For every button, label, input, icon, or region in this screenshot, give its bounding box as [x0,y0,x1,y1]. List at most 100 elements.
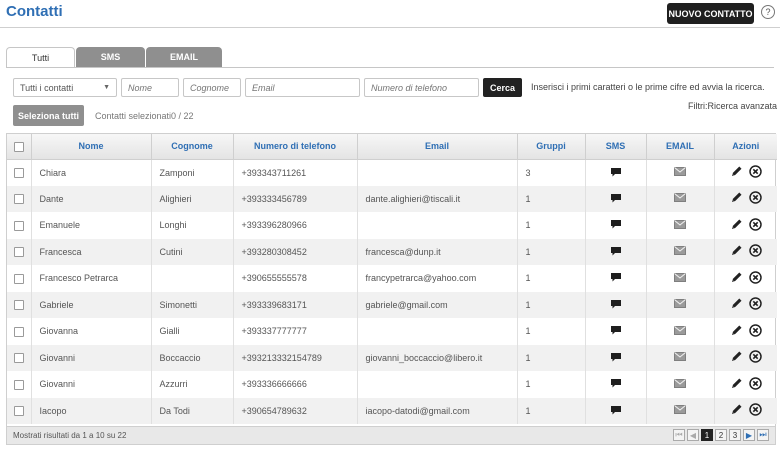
sms-icon[interactable] [610,378,622,390]
select-all-checkbox[interactable] [13,141,24,152]
tab-sms[interactable]: SMS [76,47,145,67]
next-page-icon[interactable]: ▶ [743,429,755,441]
row-checkbox-cell[interactable] [7,185,32,212]
delete-icon[interactable] [749,297,762,312]
row-checkbox[interactable] [13,326,24,337]
cell-cognome: Da Todi [151,397,234,424]
row-checkbox-cell[interactable] [7,212,32,239]
delete-icon[interactable] [749,403,762,418]
edit-icon[interactable] [730,297,743,312]
edit-icon[interactable] [730,165,743,180]
column-header-nome[interactable]: Nome [31,134,152,160]
row-checkbox-cell[interactable] [7,159,32,186]
table-row[interactable]: Giovanni Boccaccio +393213332154789 giovann… [7,344,777,371]
row-checkbox[interactable] [13,247,24,258]
surname-input[interactable] [183,78,241,97]
page-3[interactable]: 3 [729,429,741,441]
table-row[interactable]: Francesca Cutini +393280308452 francesca@du… [7,238,777,265]
delete-icon[interactable] [749,191,762,206]
search-button[interactable]: Cerca [483,78,522,97]
table-row[interactable]: Emanuele Longhi +393396280966 1 [7,212,777,239]
row-checkbox-cell[interactable] [7,238,32,265]
table-row[interactable]: Giovanna Gialli +393337777777 1 [7,318,777,345]
envelope-icon[interactable] [674,193,686,204]
advanced-search-link[interactable]: Filtri:Ricerca avanzata [688,101,777,111]
sms-icon[interactable] [610,405,622,417]
sms-icon[interactable] [610,299,622,311]
row-checkbox-cell[interactable] [7,291,32,318]
delete-icon[interactable] [749,244,762,259]
new-contact-button[interactable]: NUOVO CONTATTO [667,3,754,24]
delete-icon[interactable] [749,377,762,392]
row-checkbox-cell[interactable] [7,397,32,424]
row-checkbox[interactable] [13,406,24,417]
table-row[interactable]: Francesco Petrarca +390655555578 francypet… [7,265,777,292]
column-header-email[interactable]: Email [357,134,518,160]
row-checkbox-cell[interactable] [7,371,32,398]
cell-telefono: +393343711261 [233,159,358,186]
sms-icon[interactable] [610,325,622,337]
column-header-gruppi[interactable]: Gruppi [517,134,586,160]
group-select[interactable]: Tutti i contatti ▼ [13,78,117,97]
edit-icon[interactable] [730,271,743,286]
envelope-icon[interactable] [674,299,686,310]
prev-page-icon[interactable]: ◀ [687,429,699,441]
row-checkbox[interactable] [13,194,24,205]
edit-icon[interactable] [730,191,743,206]
edit-icon[interactable] [730,350,743,365]
envelope-icon[interactable] [674,167,686,178]
envelope-icon[interactable] [674,272,686,284]
edit-icon[interactable] [730,244,743,259]
delete-icon[interactable] [749,324,762,339]
table-row[interactable]: Gabriele Simonetti +393339683171 gabriele@g… [7,291,777,318]
table-row[interactable]: Iacopo Da Todi +390654789632 iacopo-datodi@… [7,397,777,424]
envelope-icon[interactable] [674,405,686,416]
column-header-telefono[interactable]: Numero di telefono [233,134,358,160]
name-input[interactable] [121,78,179,97]
row-checkbox-cell[interactable] [7,265,32,292]
table-row[interactable]: Chiara Zamponi +393343711261 3 [7,159,777,186]
sms-icon[interactable] [610,272,622,284]
row-checkbox[interactable] [13,167,24,178]
edit-icon[interactable] [730,324,743,339]
envelope-icon[interactable] [674,378,686,390]
envelope-icon[interactable] [674,246,686,257]
email-input[interactable] [245,78,360,97]
envelope-icon[interactable] [674,352,686,363]
delete-icon[interactable] [749,165,762,180]
delete-icon[interactable] [749,271,762,286]
sms-icon[interactable] [610,193,622,205]
envelope-icon[interactable] [674,219,686,231]
page-2[interactable]: 2 [715,429,727,441]
row-checkbox[interactable] [13,273,24,284]
header-checkbox-cell[interactable] [7,134,32,160]
edit-icon[interactable] [730,218,743,233]
sms-icon[interactable] [610,219,622,231]
column-header-cognome[interactable]: Cognome [151,134,234,160]
tab-tutti[interactable]: Tutti [6,47,75,68]
cell-email: gabriele@gmail.com [357,291,518,318]
row-checkbox-cell[interactable] [7,344,32,371]
first-page-icon[interactable]: ⏮ [673,429,685,441]
sms-icon[interactable] [610,352,622,364]
edit-icon[interactable] [730,377,743,392]
row-checkbox[interactable] [13,379,24,390]
delete-icon[interactable] [749,218,762,233]
row-checkbox[interactable] [13,353,24,364]
help-icon[interactable]: ? [761,5,775,19]
phone-input[interactable] [364,78,479,97]
envelope-icon[interactable] [674,325,686,337]
select-all-button[interactable]: Seleziona tutti [13,105,84,126]
sms-icon[interactable] [610,246,622,258]
row-checkbox[interactable] [13,220,24,231]
tab-email[interactable]: EMAIL [146,47,222,67]
delete-icon[interactable] [749,350,762,365]
sms-icon[interactable] [610,167,622,179]
table-row[interactable]: Giovanni Azzurri +393336666666 1 [7,371,777,398]
table-row[interactable]: Dante Alighieri +393333456789 dante.alighie… [7,185,777,212]
row-checkbox[interactable] [13,300,24,311]
page-1[interactable]: 1 [701,429,713,441]
last-page-icon[interactable]: ⏭ [757,429,769,441]
edit-icon[interactable] [730,403,743,418]
row-checkbox-cell[interactable] [7,318,32,345]
